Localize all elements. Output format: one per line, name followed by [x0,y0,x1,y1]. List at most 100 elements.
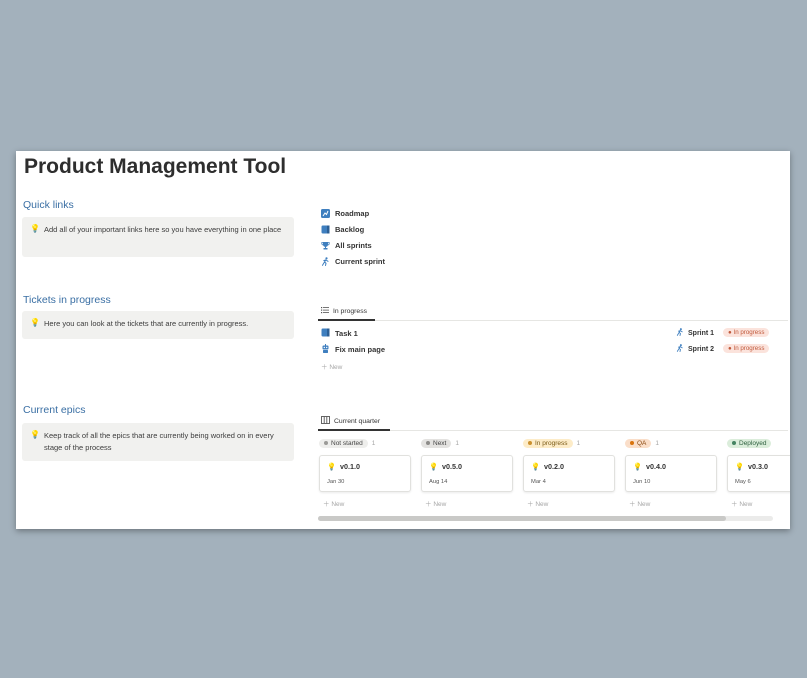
link-label: Backlog [335,225,365,234]
sprint-relation[interactable]: Sprint 2 [676,344,714,354]
status-dot [732,441,736,445]
status-label: Not started [331,439,363,447]
divider [318,320,788,321]
card-title: v0.1.0 [339,462,360,471]
link-label: Roadmap [335,209,370,218]
column-header[interactable]: QA 1 [625,437,717,449]
status-label: Deployed [739,439,767,447]
runner-icon [676,344,684,354]
link-label: Current sprint [335,257,386,266]
sprint-relation[interactable]: Sprint 1 [676,328,714,338]
card-date: Jan 30 [327,479,345,485]
board-card[interactable]: 💡 v0.2.0 Mar 4 [523,455,615,492]
link-backlog[interactable]: Backlog [321,225,364,234]
status-badge: Next [421,438,452,448]
book-icon [321,225,330,234]
roadmap-icon [321,209,330,218]
board-card[interactable]: 💡 v0.3.0 May 6 [727,455,790,492]
board-card[interactable]: 💡 v0.4.0 Jun 10 [625,455,717,492]
status-badge: ● In progress [723,344,770,353]
new-label: New [739,501,753,508]
runner-icon [676,328,684,338]
epics-callout-text: Keep track of all the epics that are cur… [44,431,274,452]
runner-icon [321,257,330,266]
tab-label: Current quarter [334,417,381,425]
status-dot [528,441,532,445]
column-header[interactable]: Deployed [727,437,790,449]
tab-current-quarter[interactable]: Current quarter [321,416,380,426]
page-canvas: Product Management Tool Quick links 💡 Ad… [16,151,790,529]
status-label: Next [433,439,447,447]
board-card[interactable]: 💡 v0.1.0 Jan 30 [319,455,411,492]
card-date: May 6 [735,479,751,485]
active-tab-indicator [318,429,390,431]
row-title: Task 1 [335,329,358,338]
new-label: New [637,501,651,508]
column-header[interactable]: Next 1 [421,437,513,449]
sprint-label: Sprint 2 [688,345,715,353]
active-tab-indicator [318,319,375,321]
column-count: 1 [371,439,376,447]
card-title: v0.4.0 [645,462,666,471]
tickets-heading: Tickets in progress [23,294,111,306]
page-title: Product Management Tool [24,155,287,178]
robot-icon [321,344,330,355]
column-count: 1 [655,439,660,447]
new-row-button[interactable]: ＋ New [321,361,342,371]
column-count: 1 [455,439,459,447]
card-title: v0.2.0 [543,462,564,471]
row-title: Fix main page [335,345,386,354]
table-row[interactable]: Fix main page Sprint 2 ● In progress [321,344,776,358]
status-label: In progress [535,439,568,447]
lightbulb-icon: 💡 [531,462,540,471]
status-label: QA [637,439,647,447]
table-row[interactable]: Task 1 Sprint 1 ● In progress [321,328,776,342]
board-column: QA 1 💡 v0.4.0 Jun 10 ＋ New [625,437,717,508]
new-card-button[interactable]: ＋ New [731,498,790,508]
new-card-button[interactable]: ＋ New [425,498,513,508]
status-badge: ● In progress [723,328,770,337]
status-badge: Deployed [727,438,772,448]
link-current-sprint[interactable]: Current sprint [321,257,385,266]
horizontal-scrollbar[interactable] [318,516,773,521]
scrollbar-thumb[interactable] [318,516,726,521]
new-label: New [535,501,549,508]
epics-heading: Current epics [23,404,86,416]
card-title: v0.5.0 [441,462,462,471]
lightbulb-icon: 💡 [429,462,438,471]
new-card-button[interactable]: ＋ New [323,498,411,508]
list-icon [321,306,329,316]
board-column: Deployed 💡 v0.3.0 May 6 ＋ New [727,437,790,508]
board-column: Not started 1 💡 v0.1.0 Jan 30 ＋ New [319,437,411,508]
lightbulb-icon: 💡 [30,224,40,233]
new-card-button[interactable]: ＋ New [629,498,717,508]
tab-in-progress[interactable]: In progress [321,306,367,316]
lightbulb-icon: 💡 [735,462,744,471]
new-label: New [329,364,343,371]
status-badge: Not started [319,438,368,448]
quick-links-heading: Quick links [23,199,74,211]
link-roadmap[interactable]: Roadmap [321,209,369,218]
column-count: 1 [576,439,581,447]
new-label: New [331,501,345,508]
board-card[interactable]: 💡 v0.5.0 Aug 14 [421,455,513,492]
sprint-label: Sprint 1 [688,329,715,337]
book-icon [321,328,330,339]
status-label: In progress [733,329,765,336]
lightbulb-icon: 💡 [30,318,40,327]
tickets-callout: 💡 Here you can look at the tickets that … [22,311,294,339]
board-icon [321,416,330,426]
status-dot [630,441,634,445]
status-label: In progress [733,345,765,352]
column-header[interactable]: In progress 1 [523,437,615,449]
lightbulb-icon: 💡 [327,462,336,471]
link-all-sprints[interactable]: All sprints [321,241,372,250]
tickets-callout-text: Here you can look at the tickets that ar… [44,319,249,328]
card-date: Aug 14 [429,479,448,485]
lightbulb-icon: 💡 [633,462,642,471]
column-header[interactable]: Not started 1 [319,437,411,449]
new-card-button[interactable]: ＋ New [527,498,615,508]
new-label: New [433,501,447,508]
link-label: All sprints [335,241,372,250]
status-badge: QA [625,438,652,448]
